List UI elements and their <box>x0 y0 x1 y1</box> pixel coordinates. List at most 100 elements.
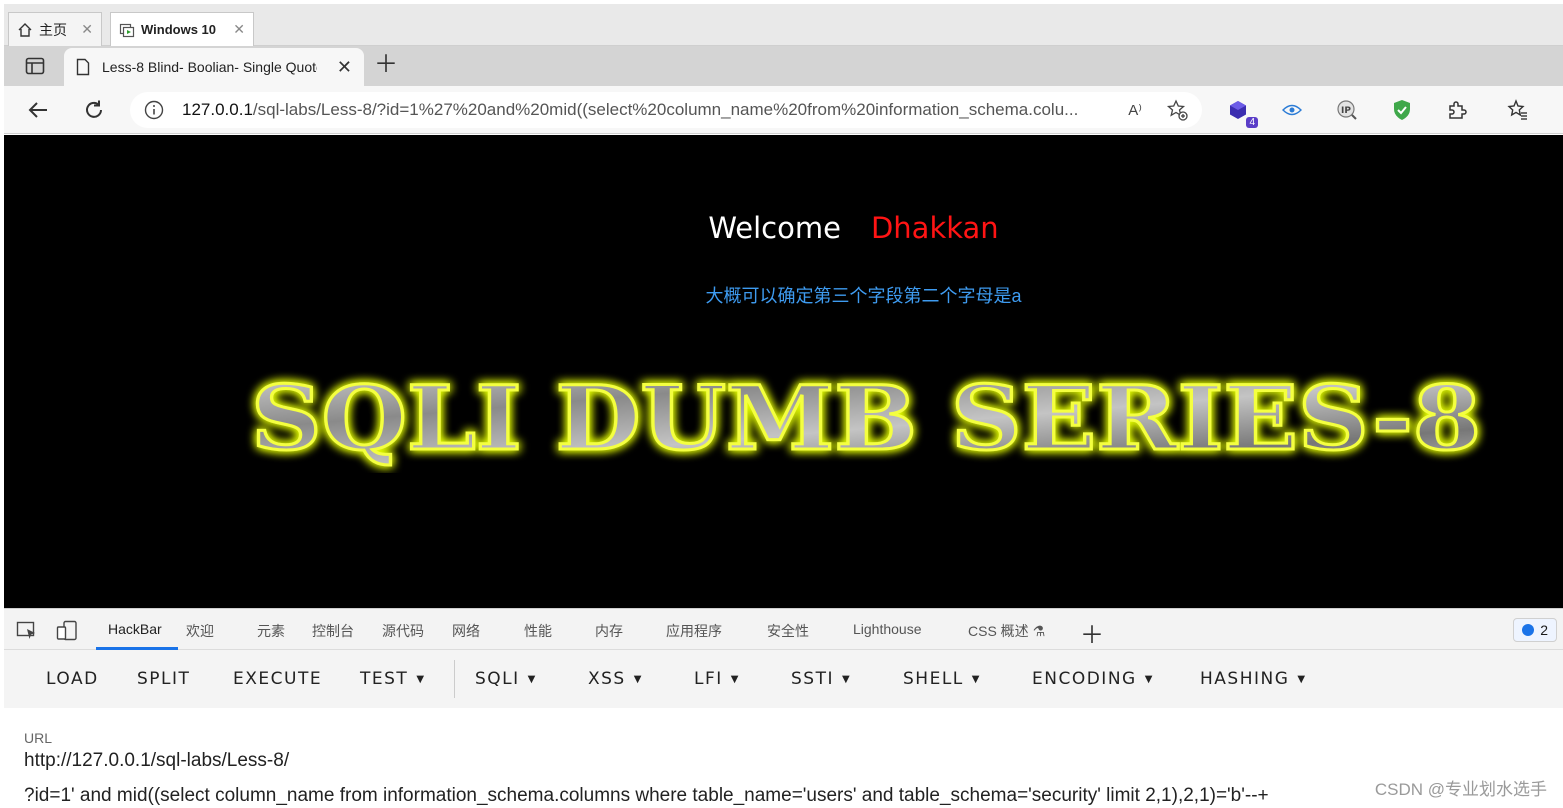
execute-button[interactable]: EXECUTE <box>233 669 322 689</box>
sqli-dumb-series-banner: SQLI DUMB SERIES-8 <box>250 365 1483 472</box>
browser-tab-bar: Less-8 Blind- Boolian- Single Quotes ✕ ＋ <box>4 46 1563 86</box>
page-icon <box>76 58 90 76</box>
issues-count: 2 <box>1540 622 1548 638</box>
lfi-menu-button[interactable]: LFI ▼ <box>694 669 740 689</box>
eye-icon <box>1282 104 1302 116</box>
caret-down-icon: ▼ <box>527 673 537 685</box>
url-line-1: http://127.0.0.1/sql-labs/Less-8/ <box>24 750 290 771</box>
caret-down-icon: ▼ <box>416 673 426 685</box>
more-tabs-button[interactable]: ＋ <box>1080 615 1104 650</box>
tab-css-overview-label: CSS 概述 <box>968 623 1029 639</box>
tab-lighthouse[interactable]: Lighthouse <box>853 621 922 637</box>
ssti-menu-button[interactable]: SSTI ▼ <box>791 669 851 689</box>
navigation-bar: 127.0.0.1/sql-labs/Less-8/?id=1%27%20and… <box>4 86 1563 134</box>
read-aloud-icon[interactable]: A⁾ <box>1128 101 1142 119</box>
close-icon[interactable]: ✕ <box>337 57 352 78</box>
welcome-heading: Welcome Dhakkan <box>4 211 1563 245</box>
address-bar[interactable]: 127.0.0.1/sql-labs/Less-8/?id=1%27%20and… <box>130 92 1202 128</box>
shield-check-icon <box>1394 100 1410 120</box>
reload-button[interactable] <box>82 98 106 122</box>
encoding-menu-label: ENCODING <box>1032 669 1137 689</box>
tab-actions-button[interactable] <box>22 54 48 78</box>
tab-welcome[interactable]: 欢迎 <box>186 621 214 641</box>
url-field-label: URL <box>24 730 53 746</box>
tab-hackbar[interactable]: HackBar <box>108 621 162 637</box>
close-icon[interactable]: ✕ <box>233 21 245 38</box>
toolbar-divider <box>454 660 455 698</box>
device-toolbar-icon[interactable] <box>56 620 78 642</box>
banner-text: SQLI DUMB SERIES-8 <box>251 366 1481 470</box>
test-menu-button[interactable]: TEST ▼ <box>360 669 426 689</box>
extensions-menu-button[interactable] <box>1445 98 1469 122</box>
hashing-menu-label: HASHING <box>1200 669 1290 689</box>
vm-tab-home-label: 主页 <box>39 21 67 38</box>
load-button-label: LOAD <box>46 669 99 689</box>
url-line-2: ?id=1' and mid((select column_name from … <box>24 785 1269 806</box>
svg-text:IP: IP <box>1341 106 1351 116</box>
new-tab-button[interactable]: ＋ <box>374 52 398 78</box>
lfi-menu-label: LFI <box>694 669 723 689</box>
tab-performance[interactable]: 性能 <box>524 621 552 641</box>
csdn-watermark: CSDN @专业划水选手 <box>1374 780 1547 799</box>
browser-tab-active[interactable]: Less-8 Blind- Boolian- Single Quotes ✕ <box>64 48 364 86</box>
sqli-menu-button[interactable]: SQLI ▼ <box>475 669 537 689</box>
back-arrow-icon <box>28 102 47 118</box>
favorites-icon <box>1507 99 1527 120</box>
vm-icon <box>119 23 135 37</box>
ssti-menu-label: SSTI <box>791 669 834 689</box>
tab-application[interactable]: 应用程序 <box>666 621 722 641</box>
encoding-menu-button[interactable]: ENCODING ▼ <box>1032 669 1154 689</box>
xss-menu-label: XSS <box>588 669 626 689</box>
caret-down-icon: ▼ <box>730 673 740 685</box>
tab-console[interactable]: 控制台 <box>312 621 354 641</box>
favorites-button[interactable] <box>1506 98 1530 122</box>
caret-down-icon: ▼ <box>1144 673 1154 685</box>
caret-down-icon: ▼ <box>841 673 852 685</box>
inspect-element-icon[interactable] <box>16 621 38 641</box>
hackbar-body: URL http://127.0.0.1/sql-labs/Less-8/ ?i… <box>4 708 1563 808</box>
shell-menu-button[interactable]: SHELL ▼ <box>903 669 981 689</box>
caret-down-icon: ▼ <box>1297 673 1307 685</box>
tab-css-overview[interactable]: CSS 概述 ⚗ <box>968 621 1045 641</box>
tab-sources[interactable]: 源代码 <box>382 621 424 641</box>
tab-network[interactable]: 网络 <box>452 621 480 641</box>
url-text[interactable]: 127.0.0.1/sql-labs/Less-8/?id=1%27%20and… <box>182 100 1087 120</box>
test-menu-label: TEST <box>360 669 409 689</box>
hackbar-toolbar: LOAD SPLIT EXECUTE TEST ▼ SQLI ▼ XSS ▼ LFI ▼… <box>4 650 1563 708</box>
issues-icon <box>1522 624 1535 636</box>
extension-button[interactable] <box>1280 98 1304 122</box>
back-button[interactable] <box>26 98 50 122</box>
extension-button[interactable]: IP <box>1335 98 1359 122</box>
puzzle-icon <box>1449 101 1467 119</box>
caret-down-icon: ▼ <box>971 673 981 685</box>
hashing-menu-button[interactable]: HASHING ▼ <box>1200 669 1307 689</box>
tab-elements[interactable]: 元素 <box>257 621 285 641</box>
flask-icon: ⚗ <box>1032 623 1046 639</box>
execute-button-label: EXECUTE <box>233 669 323 689</box>
url-host: 127.0.0.1 <box>182 100 253 119</box>
extension-button[interactable] <box>1390 98 1414 122</box>
tab-security[interactable]: 安全性 <box>767 621 809 641</box>
devtools-tab-bar: HackBar 欢迎 元素 控制台 源代码 网络 性能 内存 应用程序 安全性 … <box>4 608 1563 650</box>
issues-badge[interactable]: 2 <box>1513 618 1557 642</box>
info-icon[interactable] <box>144 100 164 120</box>
vm-tab-home[interactable]: 主页 ✕ <box>8 12 102 46</box>
tab-memory[interactable]: 内存 <box>595 621 623 641</box>
shell-menu-label: SHELL <box>903 669 964 689</box>
welcome-name: Dhakkan <box>870 211 999 245</box>
split-button[interactable]: SPLIT <box>137 669 190 689</box>
welcome-text: Welcome <box>708 211 841 245</box>
result-message: 大概可以确定第三个字段第二个字母是a <box>705 286 1022 306</box>
reload-icon <box>86 100 102 118</box>
close-icon[interactable]: ✕ <box>81 21 93 38</box>
vm-tab-windows10[interactable]: Windows 10 ✕ <box>110 12 254 46</box>
extension-button[interactable]: 4 <box>1226 98 1258 128</box>
xss-menu-button[interactable]: XSS ▼ <box>588 669 643 689</box>
extension-badge: 4 <box>1246 117 1258 128</box>
add-favorite-icon[interactable] <box>1166 99 1188 121</box>
browser-tab-title: Less-8 Blind- Boolian- Single Quotes <box>102 59 317 75</box>
home-icon <box>18 22 32 37</box>
tab-actions-icon <box>25 57 45 75</box>
sqli-menu-label: SQLI <box>475 669 520 689</box>
load-button[interactable]: LOAD <box>46 669 99 689</box>
